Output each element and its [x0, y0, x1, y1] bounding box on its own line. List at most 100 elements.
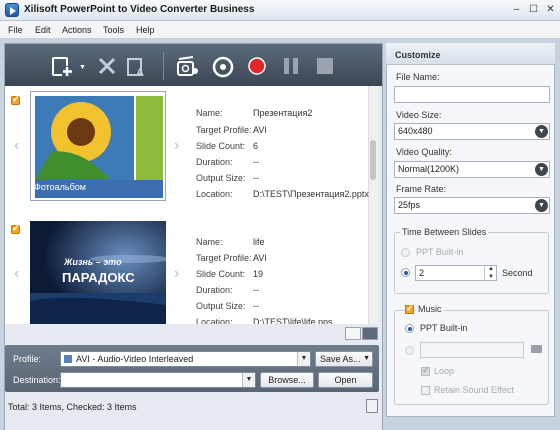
- list-view-button[interactable]: [345, 327, 361, 340]
- music-checkbox[interactable]: [405, 303, 414, 314]
- prev-slide-arrow[interactable]: ‹: [14, 266, 22, 283]
- target-profile-value: AVI: [253, 253, 267, 263]
- app-icon: [5, 3, 19, 17]
- frame-rate-label: Frame Rate:: [396, 184, 447, 194]
- music-ppt-builtin-radio[interactable]: [405, 324, 414, 333]
- time-between-slides-group: [394, 232, 549, 294]
- prev-slide-arrow[interactable]: ‹: [14, 138, 22, 155]
- duration-label: Duration:: [196, 285, 233, 295]
- chevron-down-icon[interactable]: ▼: [535, 199, 548, 212]
- slide-count-label: Slide Count:: [196, 269, 246, 279]
- duration-value: --: [253, 285, 259, 295]
- output-size-label: Output Size:: [196, 173, 246, 183]
- time-between-slides-label: Time Between Slides: [400, 227, 489, 237]
- location-value: D:\TEST\life\life.pps: [253, 317, 333, 324]
- file-name-input[interactable]: [394, 86, 550, 103]
- target-profile-label: Target Profile:: [196, 125, 252, 135]
- name-value: Презентация2: [253, 108, 313, 118]
- video-quality-select[interactable]: Normal(1200K) ▼: [394, 161, 550, 178]
- loop-label: Loop: [434, 366, 455, 376]
- open-button[interactable]: Open: [318, 372, 373, 388]
- slide-count-label: Slide Count:: [196, 141, 246, 151]
- custom-seconds-radio[interactable]: [401, 268, 410, 277]
- save-as-label: Save As...: [320, 354, 361, 364]
- name-value: life: [253, 237, 265, 247]
- remove-icon[interactable]: [97, 56, 117, 76]
- seconds-stepper[interactable]: ▲ ▼: [484, 265, 497, 281]
- customize-title: Customize: [395, 50, 441, 60]
- video-quality-value: Normal(1200K): [398, 164, 460, 174]
- name-label: Name:: [196, 237, 223, 247]
- toolbar-separator: [163, 52, 164, 80]
- snapshot-icon[interactable]: [177, 56, 198, 76]
- list-scrollbar-thumb[interactable]: [370, 140, 376, 180]
- frame-rate-value: 25fps: [398, 200, 421, 210]
- profile-select[interactable]: AVI - Audio-Video Interleaved ▼: [60, 351, 311, 367]
- retain-sound-label: Retain Sound Effect: [434, 385, 514, 395]
- chevron-down-icon[interactable]: ▼: [297, 352, 310, 366]
- profile-value: AVI - Audio-Video Interleaved: [76, 354, 194, 364]
- retain-sound-checkbox[interactable]: [421, 386, 430, 395]
- second-label: Second: [502, 268, 533, 278]
- video-size-value: 640x480: [398, 126, 433, 136]
- duration-value: --: [253, 157, 259, 167]
- ppt-builtin-label: PPT Built-in: [416, 247, 464, 257]
- profile-label: Profile:: [13, 354, 42, 364]
- log-icon[interactable]: [366, 399, 378, 413]
- destination-input[interactable]: ▼: [60, 372, 256, 388]
- save-as-button[interactable]: Save As... ▼: [315, 351, 373, 367]
- output-size-label: Output Size:: [196, 301, 246, 311]
- record-icon[interactable]: [247, 56, 267, 76]
- music-label: Music: [416, 304, 444, 314]
- loop-checkbox[interactable]: [421, 365, 430, 376]
- list-scrollbar[interactable]: [368, 86, 378, 324]
- stop-icon[interactable]: [315, 56, 335, 76]
- location-label: Location:: [196, 189, 233, 199]
- music-ppt-builtin-label: PPT Built-in: [420, 323, 468, 333]
- video-size-select[interactable]: 640x480 ▼: [394, 123, 550, 140]
- browse-button[interactable]: Browse...: [260, 372, 314, 388]
- menu-tools[interactable]: Tools: [103, 25, 124, 35]
- svg-text:A: A: [136, 67, 144, 78]
- convert-icon[interactable]: [212, 56, 234, 78]
- menu-actions[interactable]: Actions: [62, 25, 92, 35]
- clip-icon[interactable]: A: [127, 56, 147, 79]
- menu-edit[interactable]: Edit: [35, 25, 51, 35]
- add-file-icon[interactable]: [52, 56, 73, 77]
- item-checkbox[interactable]: [11, 94, 20, 105]
- item-checkbox[interactable]: [11, 223, 20, 234]
- music-file-input[interactable]: [420, 342, 524, 358]
- video-size-label: Video Size:: [396, 110, 442, 120]
- seconds-value: 2: [419, 268, 425, 278]
- video-quality-label: Video Quality:: [396, 147, 452, 157]
- output-size-value: --: [253, 173, 259, 183]
- target-profile-label: Target Profile:: [196, 253, 252, 263]
- thumbnail-text-line1: Жизнь – это: [64, 257, 122, 267]
- output-size-value: --: [253, 301, 259, 311]
- menu-help[interactable]: Help: [136, 25, 155, 35]
- chevron-down-icon[interactable]: ▼: [242, 373, 255, 387]
- folder-icon[interactable]: [531, 345, 542, 353]
- destination-label: Destination:: [13, 375, 61, 385]
- music-file-radio[interactable]: [405, 346, 414, 355]
- close-button[interactable]: ✕: [543, 3, 558, 17]
- next-slide-arrow[interactable]: ›: [174, 266, 182, 283]
- menu-file[interactable]: File: [8, 25, 23, 35]
- minimize-button[interactable]: –: [509, 3, 524, 17]
- maximize-button[interactable]: ☐: [526, 3, 541, 17]
- pause-icon[interactable]: [281, 56, 301, 76]
- frame-rate-select[interactable]: 25fps ▼: [394, 197, 550, 214]
- window-title: Xilisoft PowerPoint to Video Converter B…: [24, 4, 255, 15]
- add-dropdown-icon[interactable]: ▼: [79, 64, 86, 71]
- location-label: Location:: [196, 317, 233, 324]
- next-slide-arrow[interactable]: ›: [174, 138, 182, 155]
- detail-view-button[interactable]: [362, 327, 378, 340]
- ppt-builtin-radio[interactable]: [401, 248, 410, 257]
- chevron-down-icon[interactable]: ▼: [363, 352, 370, 366]
- thumbnail-caption: Фотоальбом: [34, 182, 86, 192]
- duration-label: Duration:: [196, 157, 233, 167]
- name-label: Name:: [196, 108, 223, 118]
- chevron-down-icon[interactable]: ▼: [535, 163, 548, 176]
- chevron-down-icon[interactable]: ▼: [535, 125, 548, 138]
- location-value: D:\TEST\Презентация2.pptx: [253, 189, 369, 199]
